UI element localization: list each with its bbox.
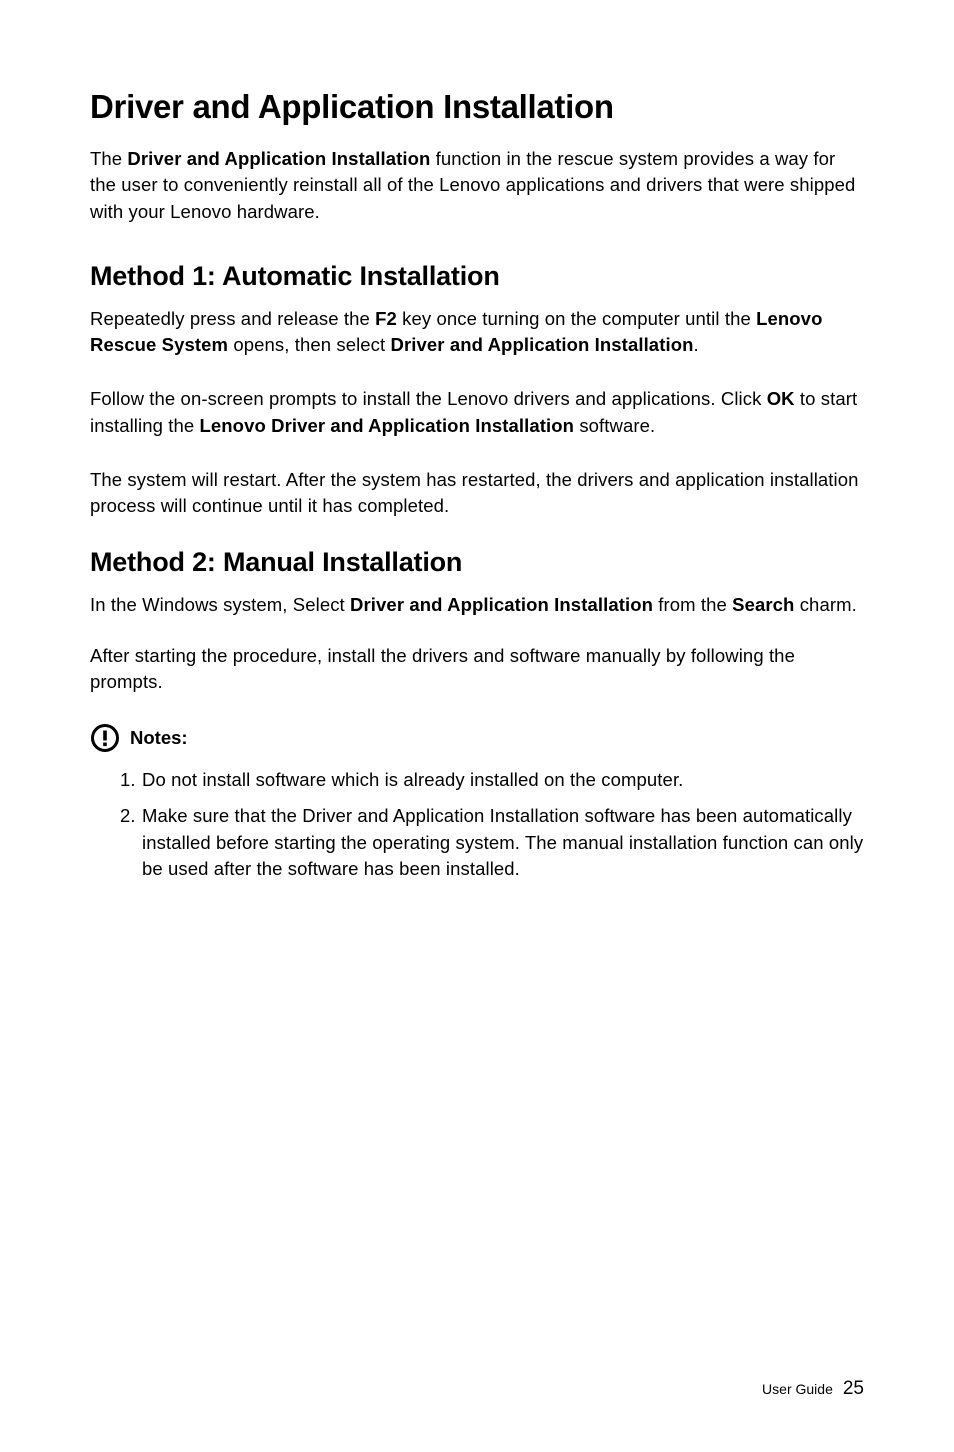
text: Follow the on-screen prompts to install … [90,388,767,409]
text: charm. [794,594,856,615]
alert-icon [90,723,120,753]
method1-heading: Method 1: Automatic Installation [90,261,864,292]
text: . [694,334,699,355]
footer-label: User Guide [762,1381,833,1397]
list-item: 2.Make sure that the Driver and Applicat… [120,803,864,882]
method2-heading: Method 2: Manual Installation [90,547,864,578]
page-title: Driver and Application Installation [90,88,864,126]
driver-app-name: Driver and Application Installation [350,594,653,615]
method1-p3: The system will restart. After the syste… [90,467,864,520]
driver-app-name: Lenovo Driver and Application Installati… [199,415,574,436]
intro-bold: Driver and Application Installation [127,148,430,169]
method2-p2: After starting the procedure, install th… [90,643,864,696]
method1-p1: Repeatedly press and release the F2 key … [90,306,864,359]
search-charm: Search [732,594,794,615]
list-text: Do not install software which is already… [142,769,683,790]
text: software. [574,415,655,436]
intro-paragraph: The Driver and Application Installation … [90,146,864,225]
key-f2: F2 [375,308,397,329]
intro-text: The [90,148,127,169]
text: Repeatedly press and release the [90,308,375,329]
text: key once turning on the computer until t… [397,308,756,329]
notes-label: Notes: [130,727,188,749]
method1-p2: Follow the on-screen prompts to install … [90,386,864,439]
ok-label: OK [767,388,795,409]
list-marker: 2. [120,803,136,829]
list-marker: 1. [120,767,136,793]
notes-list: 1. Do not install software which is alrea… [90,767,864,882]
driver-app-name: Driver and Application Installation [391,334,694,355]
footer: User Guide 25 [762,1378,864,1400]
text: opens, then select [228,334,390,355]
list-item: 1. Do not install software which is alrea… [120,767,864,793]
text: In the Windows system, Select [90,594,350,615]
method2-p1: In the Windows system, Select Driver and… [90,592,864,618]
page-number: 25 [843,1378,864,1400]
notes-header: Notes: [90,723,864,753]
list-text: Make sure that the Driver and Applicatio… [142,805,863,879]
text: from the [653,594,732,615]
